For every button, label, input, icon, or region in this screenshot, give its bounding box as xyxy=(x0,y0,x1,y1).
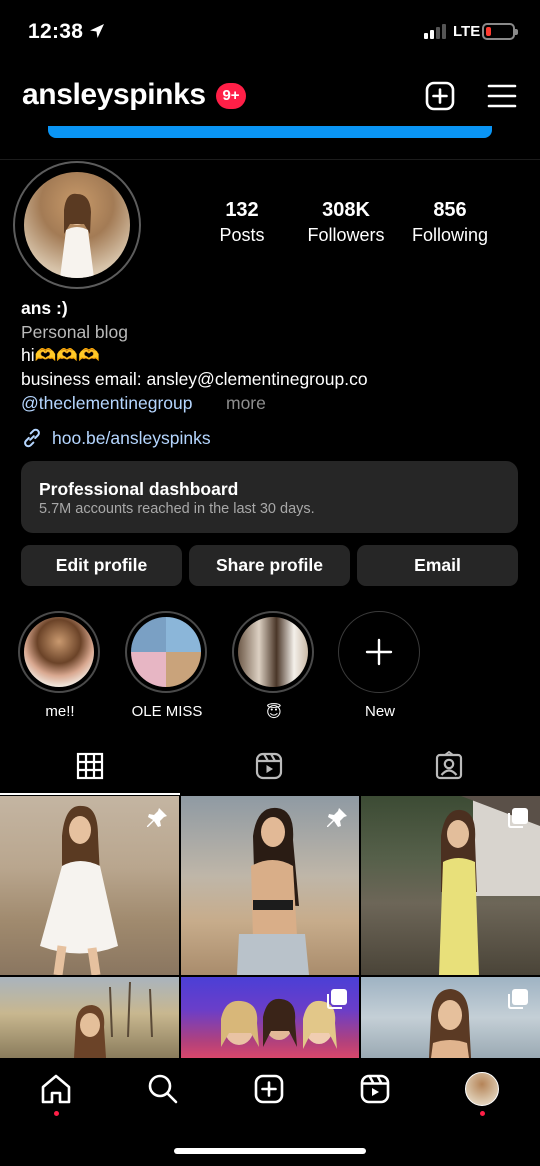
highlight-ring xyxy=(232,611,314,693)
plus-icon xyxy=(365,638,393,666)
profile-category: Personal blog xyxy=(21,322,129,342)
grid-post[interactable] xyxy=(361,977,540,1058)
reels-icon[interactable] xyxy=(254,751,284,781)
network-type: LTE xyxy=(453,23,481,40)
notification-badge[interactable]: 9+ xyxy=(216,83,246,109)
profile-username[interactable]: ansleyspinks xyxy=(22,78,206,112)
grid-post[interactable] xyxy=(0,796,179,975)
pin-icon xyxy=(327,808,347,827)
plus-square-icon[interactable] xyxy=(424,80,456,112)
header-divider xyxy=(0,159,540,160)
bio-line-2: business email: ansley@clementinegroup.c… xyxy=(21,369,368,389)
highlight-ole-miss[interactable]: OLE MISS xyxy=(125,611,209,720)
home-icon[interactable] xyxy=(39,1072,73,1106)
edit-profile-button[interactable]: Edit profile xyxy=(21,545,182,586)
bio-line-1: hi🫶🫶🫶 xyxy=(21,345,100,365)
pin-icon xyxy=(147,808,167,827)
create-icon[interactable] xyxy=(252,1072,286,1106)
highlight-me[interactable]: me!! xyxy=(18,611,102,720)
grid-icon[interactable] xyxy=(75,751,105,781)
posts-count: 132 xyxy=(225,199,259,221)
highlight-cover xyxy=(131,617,201,687)
profile-notification-dot xyxy=(480,1111,485,1116)
profile-nav-avatar[interactable] xyxy=(465,1072,499,1106)
share-profile-button[interactable]: Share profile xyxy=(189,545,350,586)
bio-more-link[interactable]: more xyxy=(226,393,266,414)
profile-external-link[interactable]: hoo.be/ansleyspinks xyxy=(52,428,211,449)
professional-dashboard-card[interactable]: Professional dashboard 5.7M accounts rea… xyxy=(21,461,518,533)
highlight-ring xyxy=(125,611,207,693)
profile-avatar-ring[interactable] xyxy=(13,161,141,289)
location-arrow-icon xyxy=(90,24,104,38)
hamburger-menu-icon[interactable] xyxy=(486,80,518,112)
stat-following[interactable]: 856 Following xyxy=(404,199,496,246)
highlight-label: OLE MISS xyxy=(131,703,203,720)
upload-progress-bar xyxy=(48,126,492,138)
highlight-new[interactable]: New xyxy=(338,611,422,720)
active-tab-indicator xyxy=(0,793,180,795)
grid-post[interactable] xyxy=(0,977,179,1058)
status-bar: 12:38 LTE xyxy=(0,0,540,62)
bio-mention-link[interactable]: @theclementinegroup xyxy=(21,393,192,414)
reels-nav-icon[interactable] xyxy=(358,1072,392,1106)
dashboard-title: Professional dashboard xyxy=(39,479,239,499)
posts-label: Posts xyxy=(219,225,265,245)
highlight-cover xyxy=(238,617,308,687)
grid-post[interactable] xyxy=(361,796,540,975)
highlight-cover xyxy=(24,617,94,687)
carousel-icon xyxy=(508,989,528,1009)
followers-label: Followers xyxy=(307,225,385,245)
battery-icon xyxy=(482,23,518,40)
email-button[interactable]: Email xyxy=(357,545,518,586)
highlight-ring xyxy=(18,611,100,693)
home-indicator xyxy=(174,1148,366,1154)
signal-strength-icon xyxy=(424,23,446,39)
highlight-label: 😇 xyxy=(266,704,282,721)
home-notification-dot xyxy=(54,1111,59,1116)
grid-post[interactable] xyxy=(181,977,359,1058)
dashboard-subtitle: 5.7M accounts reached in the last 30 day… xyxy=(39,501,315,517)
upload-progress-fill xyxy=(48,126,492,138)
profile-display-name: ans :) xyxy=(21,298,68,318)
link-icon xyxy=(24,428,40,448)
carousel-icon xyxy=(327,989,347,1009)
search-icon[interactable] xyxy=(146,1072,180,1106)
following-count: 856 xyxy=(433,199,467,221)
grid-post[interactable] xyxy=(181,796,359,975)
following-label: Following xyxy=(411,225,489,245)
highlight-label: me!! xyxy=(45,703,75,720)
stat-followers[interactable]: 308K Followers xyxy=(300,199,392,246)
highlight-label: New xyxy=(364,703,395,720)
profile-avatar[interactable] xyxy=(24,172,130,278)
carousel-icon xyxy=(508,808,528,828)
status-time: 12:38 xyxy=(28,20,84,43)
tagged-icon[interactable] xyxy=(434,751,464,781)
new-highlight-circle[interactable] xyxy=(338,611,420,693)
stat-posts[interactable]: 132 Posts xyxy=(206,199,278,246)
followers-count: 308K xyxy=(322,199,370,221)
highlight-halo[interactable]: 😇 xyxy=(232,611,316,721)
